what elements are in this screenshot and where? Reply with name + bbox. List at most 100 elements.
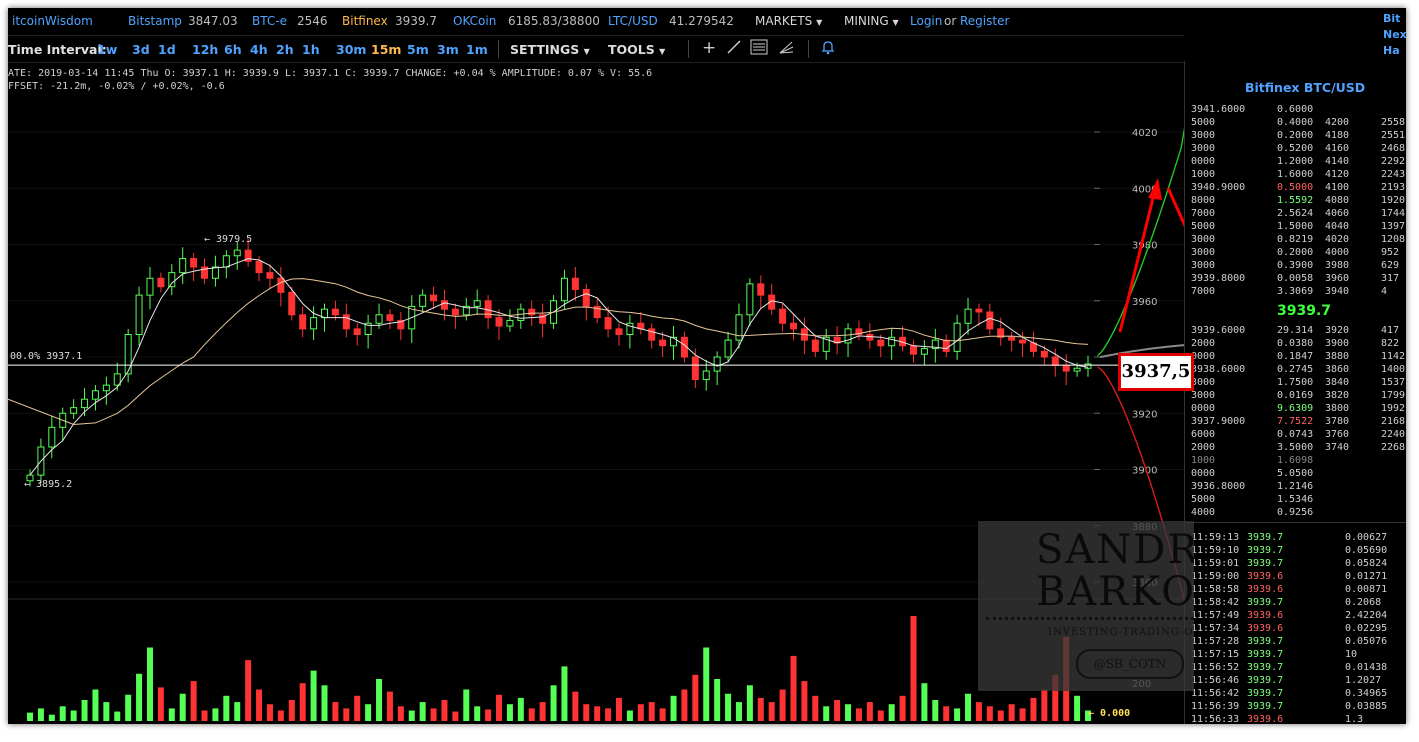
ask-row[interactable]: 3939.8000 0.0058 3960 317 [1191, 273, 1406, 285]
trade-price: 3939.7 [1247, 597, 1284, 608]
corner-link-bit[interactable]: Bit [1383, 12, 1400, 25]
ask-row[interactable]: 3000 0.5200 4160 2468 [1191, 143, 1406, 155]
ask-row[interactable]: 3000 0.8219 4020 1208 [1191, 234, 1406, 246]
trade-volume: 0.05824 [1345, 558, 1388, 569]
trade-volume: 0.01271 [1345, 571, 1388, 582]
candle-body [375, 314, 383, 324]
volume-bar [179, 693, 186, 721]
ask-row[interactable]: 3941.6000 0.6000 [1191, 104, 1406, 116]
candle-body [342, 314, 350, 330]
volume-bar [921, 683, 928, 721]
candle-body [615, 328, 623, 335]
ask-level: 3960 [1325, 273, 1350, 284]
candle-body [757, 283, 765, 296]
trade-time: 11:59:13 [1191, 532, 1240, 543]
annotation-price-line: 00.0% 3937.1 [10, 351, 82, 362]
candle-body [582, 289, 590, 307]
bid-row[interactable]: 0000 9.6309 3800 1992 [1191, 403, 1406, 415]
volume-bar [299, 683, 306, 721]
bid-row[interactable]: 2000 0.0380 3900 822 [1191, 338, 1406, 350]
trade-row: 11:59:13 3939.7 0.00627 [1191, 532, 1406, 544]
bid-cumulative: 1400 [1381, 364, 1406, 375]
orderbook-title[interactable]: Bitfinex BTC/USD [1245, 80, 1365, 95]
trade-price: 3939.6 [1247, 714, 1284, 724]
candle-body [811, 339, 819, 352]
ask-row[interactable]: 5000 0.4000 4200 2558 [1191, 117, 1406, 129]
ask-amount: 0.2000 [1277, 247, 1314, 258]
bid-cumulative: 2240 [1381, 429, 1406, 440]
ask-row[interactable]: 3000 0.2000 4000 952 [1191, 247, 1406, 259]
candle-body [419, 294, 427, 307]
ask-row[interactable]: 1000 1.6000 4120 2243 [1191, 169, 1406, 181]
ask-row[interactable]: 5000 1.5000 4040 1397 [1191, 221, 1406, 233]
bid-row[interactable]: 3939.6000 29.314 3920 417 [1191, 325, 1406, 337]
candle-body [604, 317, 612, 330]
bid-row[interactable]: 3000 1.7500 3840 1537 [1191, 377, 1406, 389]
trade-row: 11:58:42 3939.7 0.2068 [1191, 597, 1406, 609]
volume-bar [1008, 704, 1015, 721]
ask-price: 1000 [1191, 169, 1216, 180]
ask-level: 4180 [1325, 130, 1350, 141]
bid-cumulative: 1142 [1381, 351, 1406, 362]
volume-bar [757, 697, 764, 721]
volume-bar [114, 711, 121, 721]
volume-bar [648, 702, 655, 721]
ask-row[interactable]: 8000 1.5592 4080 1920 [1191, 195, 1406, 207]
corner-link-nex[interactable]: Nex [1383, 28, 1407, 41]
trade-price: 3939.7 [1247, 688, 1284, 699]
ask-level: 4000 [1325, 247, 1350, 258]
ask-level: 3980 [1325, 260, 1350, 271]
bid-row[interactable]: 1000 1.6098 [1191, 455, 1406, 467]
volume-bars [27, 616, 1091, 721]
ask-row[interactable]: 0000 1.2000 4140 2292 [1191, 156, 1406, 168]
bid-row[interactable]: 6000 0.0743 3760 2240 [1191, 429, 1406, 441]
volume-bar [965, 693, 972, 721]
ask-level: 4120 [1325, 169, 1350, 180]
corner-link-ha[interactable]: Ha [1383, 44, 1400, 57]
bid-row[interactable]: 3938.6000 0.2745 3860 1400 [1191, 364, 1406, 376]
ask-cumulative: 2558 [1381, 117, 1406, 128]
candle-body [506, 319, 514, 327]
bid-row[interactable]: 4000 0.9256 [1191, 507, 1406, 519]
ask-price: 3000 [1191, 260, 1216, 271]
ask-row[interactable]: 3000 0.3900 3980 629 [1191, 260, 1406, 272]
bid-row[interactable]: 0000 0.1847 3880 1142 [1191, 351, 1406, 363]
ask-amount: 0.8219 [1277, 234, 1314, 245]
panel-divider [1185, 522, 1406, 523]
candle-body [495, 317, 503, 327]
bid-row[interactable]: 5000 1.5346 [1191, 494, 1406, 506]
ask-row[interactable]: 7000 3.3069 3940 4 [1191, 286, 1406, 298]
bid-amount: 0.2745 [1277, 364, 1314, 375]
volume-bar [550, 685, 557, 721]
ask-price: 3940.9000 [1191, 182, 1246, 193]
volume-bar [365, 704, 372, 721]
ask-row[interactable]: 7000 2.5624 4060 1744 [1191, 208, 1406, 220]
volume-bar [37, 708, 44, 721]
volume-bar [954, 708, 961, 721]
candle-body [648, 328, 656, 341]
trade-volume: 0.01438 [1345, 662, 1388, 673]
candle-body [124, 334, 132, 375]
bid-row[interactable]: 0000 5.0500 [1191, 468, 1406, 480]
trade-time: 11:57:34 [1191, 623, 1240, 634]
candle-body [157, 277, 165, 288]
candle-body [440, 300, 448, 310]
bid-row[interactable]: 2000 3.5000 3740 2268 [1191, 442, 1406, 454]
bid-row[interactable]: 3000 0.0169 3820 1799 [1191, 390, 1406, 402]
bid-cumulative: 1537 [1381, 377, 1406, 388]
bid-level: 3780 [1325, 416, 1350, 427]
trade-time: 11:57:49 [1191, 610, 1240, 621]
bid-row[interactable]: 3937.9000 7.7522 3780 2168 [1191, 416, 1406, 428]
ask-amount: 0.5000 [1277, 182, 1314, 193]
bid-price: 1000 [1191, 455, 1216, 466]
ask-row[interactable]: 3940.9000 0.5000 4100 2193 [1191, 182, 1406, 194]
volume-bar [506, 704, 513, 721]
ask-row[interactable]: 3000 0.2000 4180 2551 [1191, 130, 1406, 142]
volume-bar [408, 710, 415, 721]
trade-row: 11:58:58 3939.6 0.00871 [1191, 584, 1406, 596]
ask-price: 3000 [1191, 247, 1216, 258]
candle-body [190, 258, 198, 268]
bid-row[interactable]: 3936.8000 1.2146 [1191, 481, 1406, 493]
candle-body [277, 277, 285, 293]
candle-body [713, 356, 721, 372]
